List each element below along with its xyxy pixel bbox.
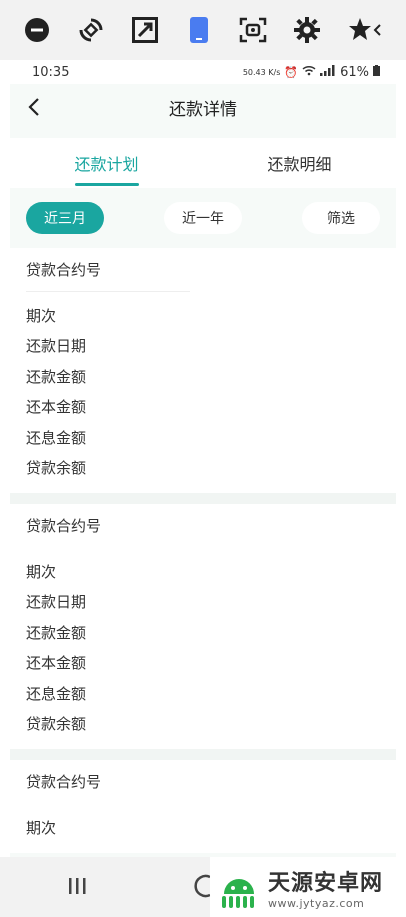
field-repayment-amount: 还款金额 [26, 623, 87, 642]
wifi-icon [302, 65, 316, 79]
field-repayment-date: 还款日期 [26, 337, 87, 356]
field-loan-balance: 贷款余额 [26, 459, 87, 478]
field-period: 期次 [26, 306, 57, 325]
alarm-icon: ⏰ [284, 65, 299, 79]
status-bar: 10:35 50.43 K/s ⏰ 61% [10, 60, 396, 84]
contract-number-label: 贷款合约号 [26, 504, 190, 548]
field-repayment-date: 还款日期 [26, 593, 87, 612]
rotate-icon[interactable] [76, 15, 106, 45]
screenshot-toolbar [0, 0, 406, 60]
tab-bar: 还款计划 还款明细 [10, 138, 396, 188]
filter-last-year[interactable]: 近一年 [164, 202, 242, 234]
tab-repayment-details[interactable]: 还款明细 [203, 138, 396, 188]
watermark-url: www.jytyaz.com [268, 896, 365, 910]
field-interest-amount: 还息金额 [26, 684, 87, 703]
battery-icon [373, 65, 380, 79]
field-interest-amount: 还息金额 [26, 428, 87, 447]
gear-icon[interactable] [292, 15, 322, 45]
android-logo-icon [222, 879, 254, 908]
watermark-name: 天源安卓网 [268, 870, 384, 896]
minus-circle-icon[interactable] [22, 15, 52, 45]
status-time: 10:35 [32, 64, 70, 80]
card-divider [10, 493, 396, 504]
recent-apps-icon[interactable] [66, 875, 88, 897]
repayment-card[interactable]: 贷款合约号 期次 还款日期 还款金额 还本金额 还息金额 贷款余额 [10, 248, 396, 493]
card-divider [10, 749, 396, 760]
app-screen: 10:35 50.43 K/s ⏰ 61% 还款详情 还款计划 还款明细 近三月… [10, 60, 396, 857]
expand-icon[interactable] [130, 15, 160, 45]
field-period: 期次 [26, 818, 57, 837]
field-principal-amount: 还本金额 [26, 398, 87, 417]
back-arrow-icon[interactable] [24, 96, 46, 118]
field-loan-balance: 贷款余额 [26, 715, 87, 734]
repayment-card[interactable]: 贷款合约号 期次 还款日期 还款金额 还本金额 还息金额 贷款余额 [10, 504, 396, 749]
star-icon[interactable] [346, 15, 386, 45]
field-principal-amount: 还本金额 [26, 654, 87, 673]
contract-number-label: 贷款合约号 [26, 248, 190, 292]
filter-button[interactable]: 筛选 [302, 202, 380, 234]
repayment-card[interactable]: 贷款合约号 期次 [10, 760, 396, 853]
filter-bar: 近三月 近一年 筛选 [10, 188, 396, 248]
filter-last-three-months[interactable]: 近三月 [26, 202, 104, 234]
watermark-logo: 天源安卓网 www.jytyaz.com [210, 857, 406, 917]
tab-repayment-plan[interactable]: 还款计划 [10, 138, 203, 188]
screenshot-icon[interactable] [238, 15, 268, 45]
battery-level: 61% [340, 64, 369, 80]
contract-number-label: 贷款合约号 [26, 760, 190, 804]
signal-icon [320, 65, 336, 79]
field-repayment-amount: 还款金额 [26, 367, 87, 386]
net-speed: 50.43 K/s [242, 67, 281, 77]
phone-icon[interactable] [184, 15, 214, 45]
field-period: 期次 [26, 562, 57, 581]
screen: 10:35 50.43 K/s ⏰ 61% 还款详情 还款计划 还款明细 近三月… [0, 0, 406, 917]
page-title: 还款详情 [169, 99, 237, 120]
header: 还款详情 [10, 84, 396, 130]
